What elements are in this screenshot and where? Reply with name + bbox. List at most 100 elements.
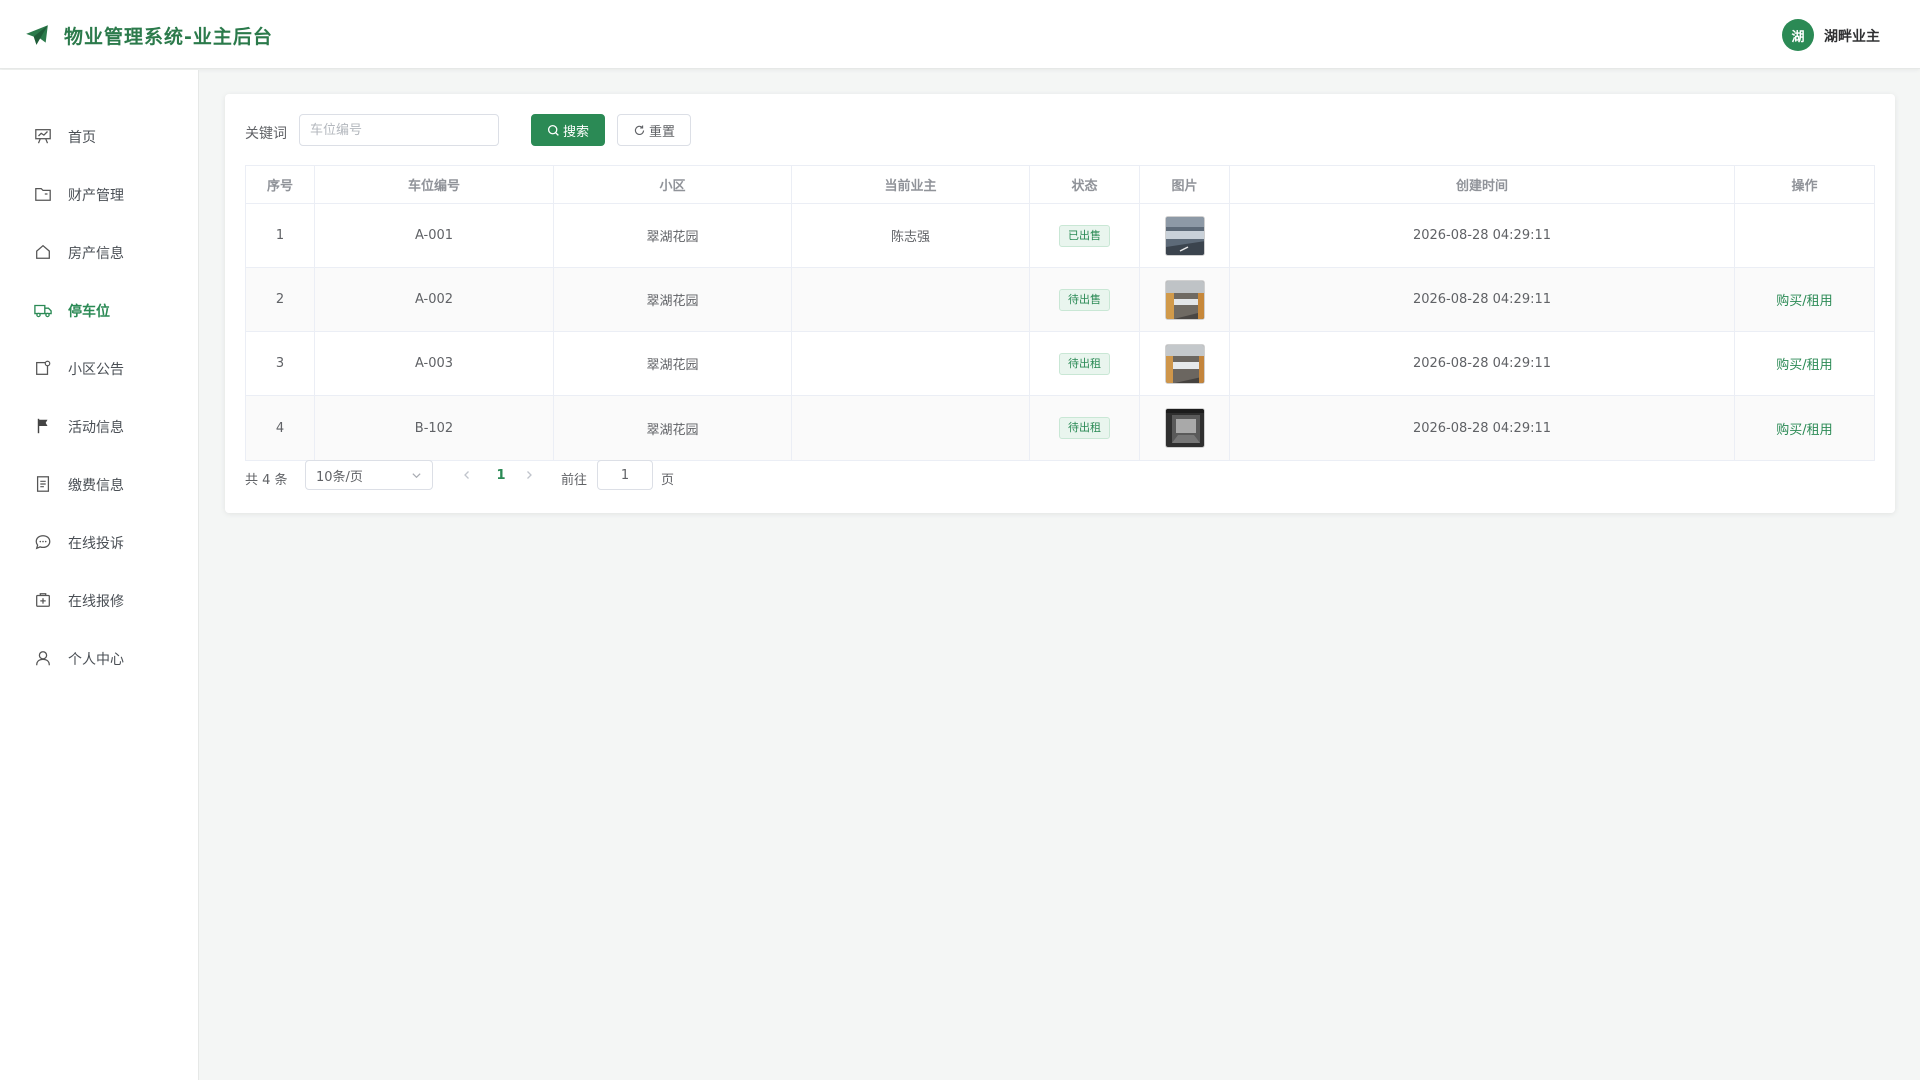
- page-suffix-label: 页: [661, 473, 675, 488]
- reset-button-label: 重置: [648, 124, 675, 140]
- sidebar-item-label: 财产管理: [68, 188, 124, 204]
- sidebar-item-label: 活动信息: [68, 420, 124, 436]
- search-button[interactable]: 搜索: [531, 114, 605, 146]
- paper-plane-icon: [26, 25, 48, 45]
- sidebar-item-complaint[interactable]: 在线投诉: [0, 522, 199, 562]
- column-header-action: 操作: [1791, 179, 1818, 194]
- column-header-index: 序号: [246, 166, 315, 203]
- row-action: 购买/租用: [1735, 332, 1874, 395]
- username[interactable]: 湖畔业主: [1824, 26, 1880, 46]
- row-image: [1140, 204, 1230, 267]
- row-community: 翠湖花园: [554, 204, 792, 267]
- row-status: 待出售: [1030, 268, 1140, 331]
- truck-icon: [34, 304, 52, 318]
- user-icon: [36, 651, 50, 666]
- pagination-total: 共 4 条: [245, 473, 288, 488]
- buy-rent-link[interactable]: 购买/租用: [1776, 354, 1832, 373]
- row-code: A-001: [315, 204, 554, 267]
- keyword-input[interactable]: [299, 114, 499, 146]
- page-size-select[interactable]: 10条/页: [305, 460, 433, 490]
- parking-list-card: 关键词 搜索 重置 序号 车位编号 小区 当前业主 状态 图片 创建时间 操作 …: [225, 94, 1895, 513]
- search-icon: [547, 124, 559, 136]
- row-status: 待出租: [1030, 396, 1140, 460]
- row-status: 已出售: [1030, 204, 1140, 267]
- table-row: 1 A-001 翠湖花园 陈志强 已出售 2026-08-28 04:29:11: [246, 204, 1874, 268]
- sidebar-item-notice[interactable]: 小区公告: [0, 348, 199, 388]
- row-image: [1140, 332, 1230, 395]
- row-index: 1: [246, 204, 315, 267]
- house-icon: [36, 244, 50, 259]
- table-row: 4 B-102 翠湖花园 待出租 2026-08-28 04:29:11 购买/…: [246, 396, 1874, 460]
- page-number-current[interactable]: 1: [489, 464, 513, 486]
- sidebar-item-repair[interactable]: 在线报修: [0, 580, 199, 620]
- keyword-label: 关键词: [245, 126, 287, 142]
- parking-thumbnail[interactable]: [1164, 215, 1205, 256]
- chevron-down-icon: [412, 472, 421, 478]
- column-header-status: 状态: [1030, 166, 1140, 203]
- buy-rent-link[interactable]: 购买/租用: [1776, 290, 1832, 309]
- app-title: 物业管理系统-业主后台: [64, 26, 273, 48]
- parking-thumbnail[interactable]: [1164, 408, 1205, 448]
- column-header-created: 创建时间: [1230, 166, 1735, 203]
- row-code: B-102: [315, 396, 554, 460]
- goto-page-input[interactable]: [597, 460, 653, 490]
- notice-icon: [36, 360, 51, 375]
- sidebar-item-property[interactable]: 财产管理: [0, 174, 199, 214]
- document-icon: [36, 476, 50, 492]
- row-community: 翠湖花园: [554, 396, 792, 460]
- sidebar-item-label: 在线报修: [68, 594, 124, 610]
- prev-page-button[interactable]: [457, 464, 477, 486]
- row-index: 2: [246, 268, 315, 331]
- row-created: 2026-08-28 04:29:11: [1230, 332, 1735, 395]
- sidebar-item-profile[interactable]: 个人中心: [0, 638, 199, 678]
- repair-icon: [36, 593, 50, 607]
- parking-table: 序号 车位编号 小区 当前业主 状态 图片 创建时间 操作 1 A-001 翠湖…: [245, 165, 1875, 461]
- row-community: 翠湖花园: [554, 268, 792, 331]
- row-community: 翠湖花园: [554, 332, 792, 395]
- row-status: 待出租: [1030, 332, 1140, 395]
- row-created: 2026-08-28 04:29:11: [1230, 204, 1735, 267]
- row-owner: [792, 396, 1030, 460]
- reset-button[interactable]: 重置: [617, 114, 691, 146]
- avatar[interactable]: 湖: [1782, 19, 1814, 51]
- row-created: 2026-08-28 04:29:11: [1230, 396, 1735, 460]
- status-badge: 已出售: [1059, 224, 1110, 247]
- row-owner: [792, 268, 1030, 331]
- row-image: [1140, 396, 1230, 460]
- dashboard-icon: [35, 129, 51, 144]
- sidebar: 首页 财产管理 房产信息 停车位 小区公告 活动信息 缴费信息 在线投诉 在线报…: [0, 70, 199, 1080]
- sidebar-item-label: 缴费信息: [68, 478, 124, 494]
- search-button-label: 搜索: [562, 124, 589, 140]
- sidebar-item-parking[interactable]: 停车位: [0, 290, 199, 330]
- row-code: A-003: [315, 332, 554, 395]
- parking-thumbnail[interactable]: [1164, 343, 1205, 384]
- top-header: 物业管理系统-业主后台 湖 湖畔业主: [0, 0, 1920, 69]
- sidebar-item-activity[interactable]: 活动信息: [0, 406, 199, 446]
- sidebar-item-label: 停车位: [68, 304, 110, 320]
- sidebar-item-payment[interactable]: 缴费信息: [0, 464, 199, 504]
- flag-icon: [37, 418, 48, 434]
- table-header-row: 序号 车位编号 小区 当前业主 状态 图片 创建时间 操作: [246, 166, 1874, 204]
- sidebar-item-label: 在线投诉: [68, 536, 124, 552]
- table-row: 2 A-002 翠湖花园 待出售 2026-08-28 04:29:11 购买/…: [246, 268, 1874, 332]
- sidebar-item-house-info[interactable]: 房产信息: [0, 232, 199, 272]
- sidebar-item-label: 首页: [68, 130, 96, 146]
- row-index: 3: [246, 332, 315, 395]
- row-action: [1735, 204, 1874, 267]
- chevron-left-icon: [464, 471, 469, 479]
- status-badge: 待出租: [1059, 352, 1110, 375]
- chat-icon: [35, 535, 51, 550]
- buy-rent-link[interactable]: 购买/租用: [1776, 419, 1832, 438]
- next-page-button[interactable]: [519, 464, 539, 486]
- status-badge: 待出售: [1059, 288, 1110, 311]
- row-index: 4: [246, 396, 315, 460]
- sidebar-item-label: 个人中心: [68, 652, 124, 668]
- sidebar-item-label: 小区公告: [68, 362, 124, 378]
- parking-thumbnail[interactable]: [1164, 279, 1205, 320]
- row-created: 2026-08-28 04:29:11: [1230, 268, 1735, 331]
- goto-label: 前往: [561, 473, 588, 488]
- page-size-value: 10条/页: [316, 469, 363, 485]
- folder-icon: [35, 187, 51, 201]
- table-row: 3 A-003 翠湖花园 待出租 2026-08-28 04:29:11 购买/…: [246, 332, 1874, 396]
- sidebar-item-home[interactable]: 首页: [0, 116, 199, 156]
